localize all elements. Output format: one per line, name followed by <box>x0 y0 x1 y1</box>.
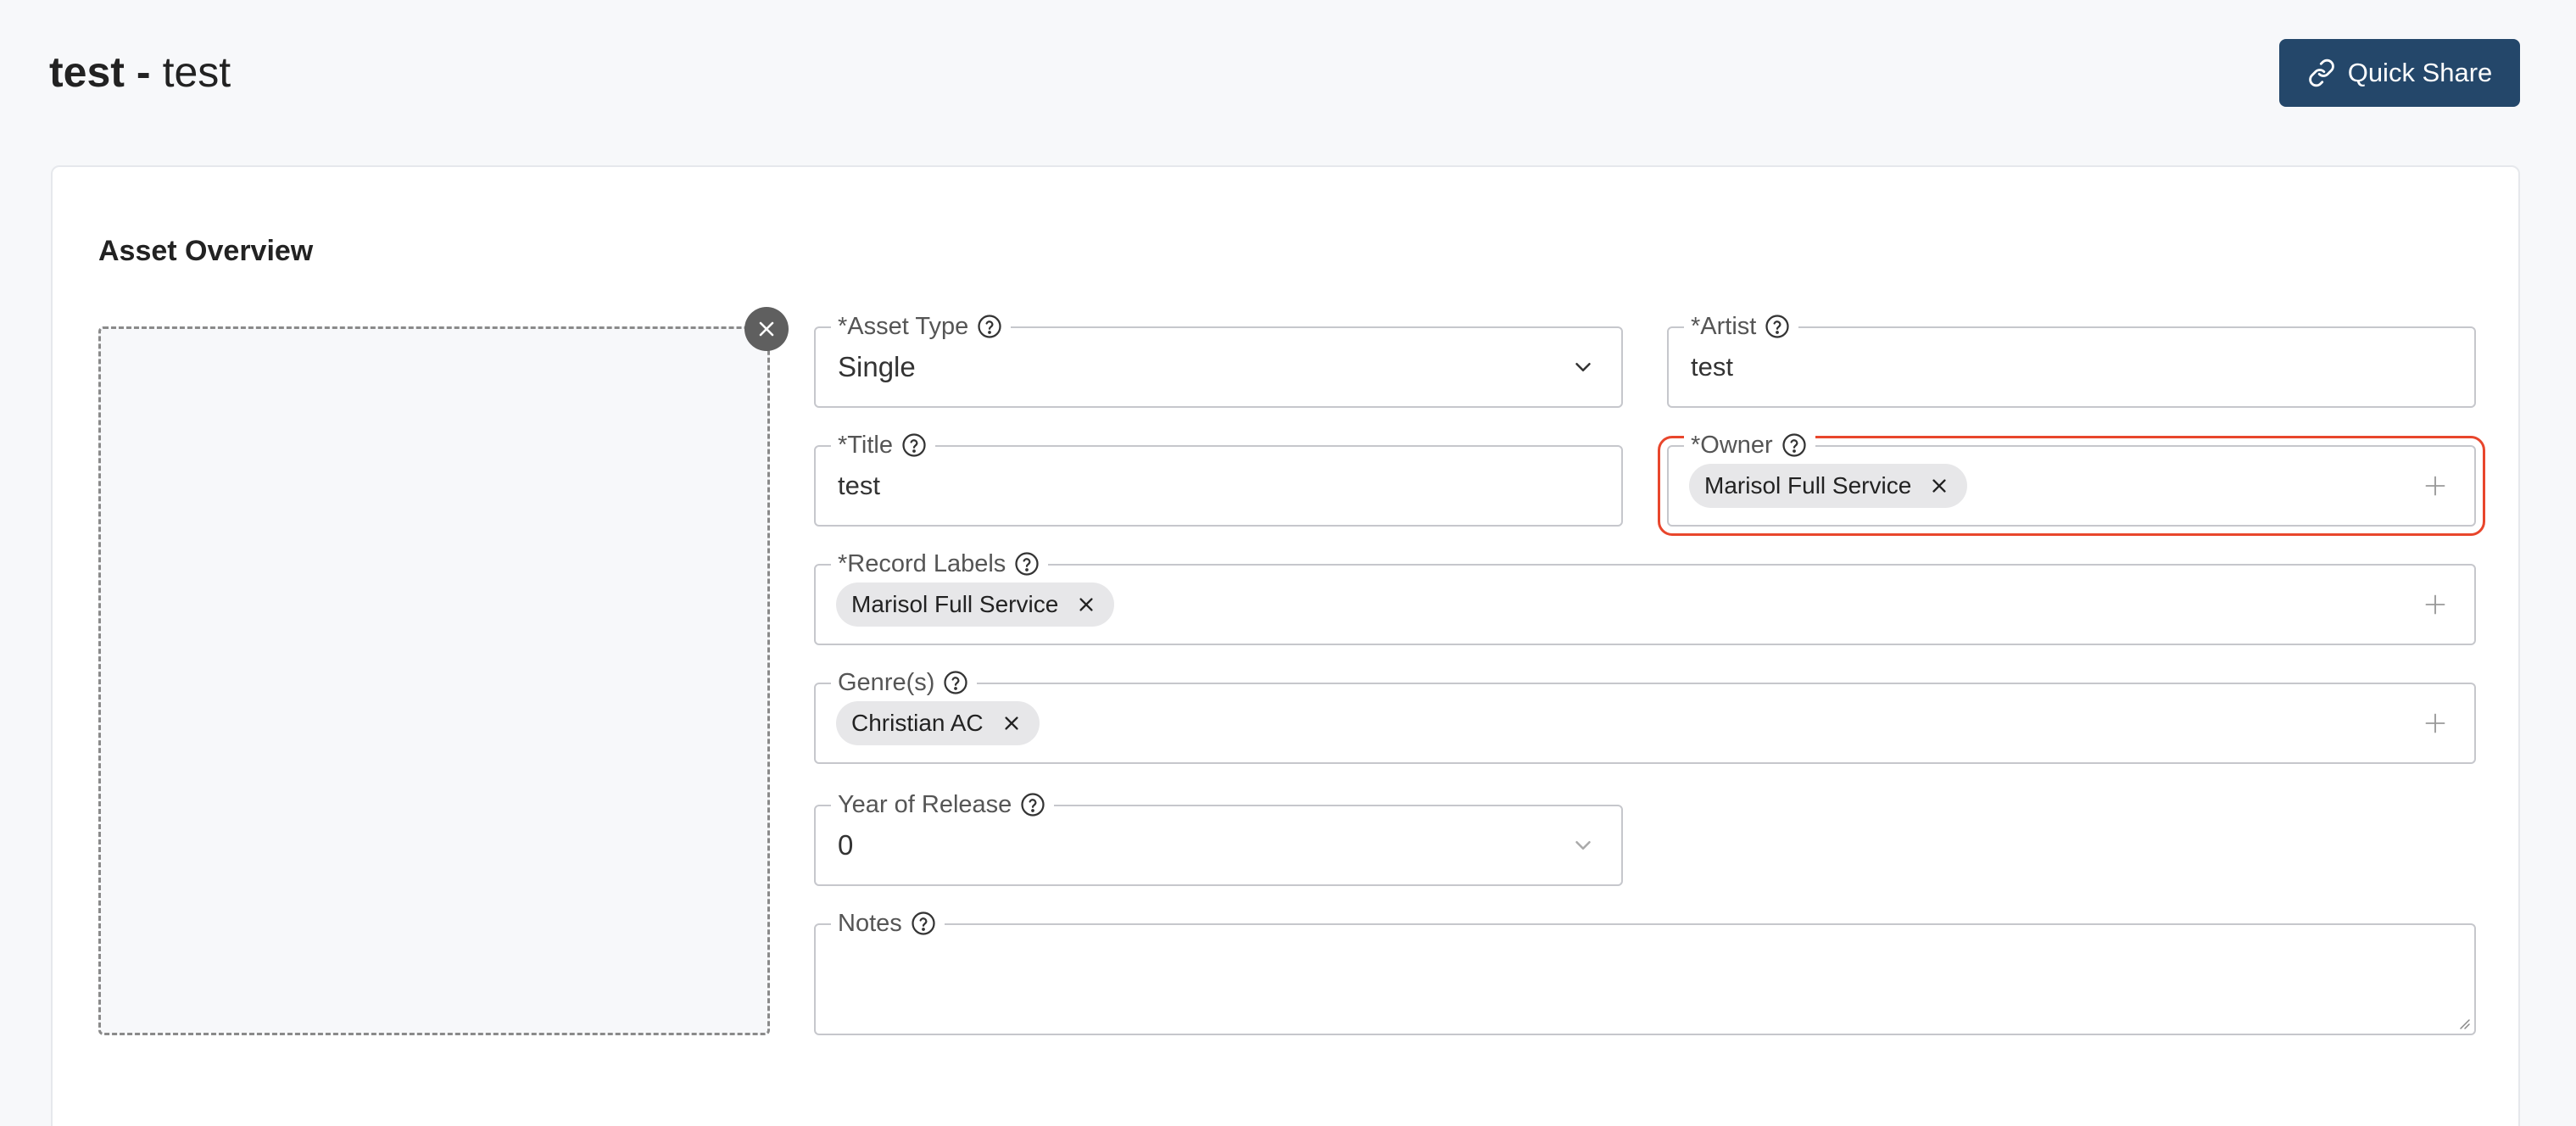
question-circle-icon[interactable] <box>1020 792 1045 817</box>
notes-textarea[interactable]: Notes <box>814 906 2476 1035</box>
page-title-main: test <box>49 48 125 96</box>
asset-type-select[interactable]: *Asset Type Single <box>814 309 1623 408</box>
owner-label: *Owner <box>1691 432 1773 459</box>
title-field[interactable]: *Title test <box>814 428 1623 527</box>
question-circle-icon[interactable] <box>943 670 968 695</box>
notes-label: Notes <box>838 910 902 937</box>
page-title-sub: test <box>162 48 231 96</box>
year-of-release-legend: Year of Release <box>831 788 1055 822</box>
page-title: test - test <box>49 42 231 102</box>
owner-field[interactable]: *Owner Marisol Full Service <box>1658 428 2485 536</box>
page-title-separator: - <box>136 48 151 96</box>
owner-chip-label: Marisol Full Service <box>1704 472 1912 499</box>
card-title: Asset Overview <box>98 235 314 267</box>
close-icon[interactable] <box>1002 714 1021 733</box>
question-circle-icon[interactable] <box>1765 314 1790 339</box>
year-of-release-value: 0 <box>838 829 854 861</box>
chevron-down-icon <box>1575 841 1591 850</box>
close-icon <box>759 321 774 337</box>
genre-chip: Christian AC <box>836 701 1040 745</box>
resize-handle-icon[interactable] <box>2456 1015 2471 1030</box>
question-circle-icon[interactable] <box>1781 432 1807 458</box>
genre-chip-label: Christian AC <box>851 710 984 736</box>
notes-legend: Notes <box>831 906 945 940</box>
artwork-dropzone[interactable] <box>98 326 770 1035</box>
question-circle-icon[interactable] <box>901 432 927 458</box>
asset-overview-card: Asset Overview *Asset Type Single *Artis… <box>51 165 2520 1126</box>
title-value: test <box>838 471 880 500</box>
question-circle-icon[interactable] <box>911 911 936 936</box>
genres-field[interactable]: Genre(s) Christian AC <box>814 666 2476 764</box>
year-of-release-select[interactable]: Year of Release 0 <box>814 788 1623 886</box>
chevron-down-icon <box>1575 363 1591 371</box>
plus-icon[interactable] <box>2423 593 2447 616</box>
genres-legend: Genre(s) <box>831 666 978 700</box>
record-labels-field[interactable]: *Record Labels Marisol Full Service <box>814 547 2476 645</box>
record-labels-legend: *Record Labels <box>831 547 1049 581</box>
question-circle-icon[interactable] <box>1014 551 1040 577</box>
year-of-release-label: Year of Release <box>838 791 1012 818</box>
close-icon[interactable] <box>1077 595 1096 614</box>
owner-legend: *Owner <box>1684 428 1815 462</box>
quick-share-label: Quick Share <box>2347 58 2493 87</box>
asset-type-value: Single <box>838 351 916 382</box>
remove-artwork-button[interactable] <box>744 307 789 351</box>
quick-share-button[interactable]: Quick Share <box>2279 39 2520 107</box>
question-circle-icon[interactable] <box>977 314 1002 339</box>
record-labels-label: *Record Labels <box>838 550 1006 577</box>
owner-chip: Marisol Full Service <box>1689 464 1968 508</box>
artist-value: test <box>1691 352 1733 382</box>
record-label-chip-label: Marisol Full Service <box>851 591 1059 617</box>
plus-icon[interactable] <box>2423 474 2447 498</box>
record-label-chip: Marisol Full Service <box>836 583 1115 627</box>
genres-label: Genre(s) <box>838 669 935 696</box>
page: test - test Quick Share Asset Overview *As… <box>0 0 2576 1126</box>
plus-icon[interactable] <box>2423 711 2447 735</box>
link-icon <box>2308 59 2334 87</box>
close-icon[interactable] <box>1930 477 1949 495</box>
artist-field[interactable]: *Artist test <box>1667 309 2476 408</box>
